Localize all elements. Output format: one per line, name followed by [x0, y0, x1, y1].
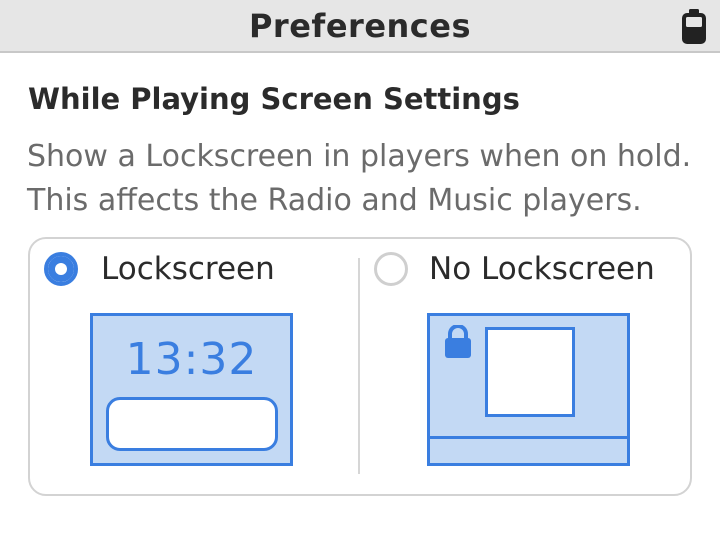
page-title: Preferences [248, 7, 472, 45]
lockscreen-radio-button[interactable] [44, 252, 78, 286]
description-line-1: Show a Lockscreen in players when on hol… [27, 139, 692, 174]
description-line-2: This affects the Radio and Music players… [27, 183, 642, 218]
section-title: While Playing Screen Settings [28, 82, 520, 116]
no-lockscreen-option-label[interactable]: No Lockscreen [429, 251, 655, 287]
preview-unlock-bar [106, 397, 278, 451]
lockscreen-preview-icon[interactable]: 13:32 [90, 313, 293, 466]
option-divider [358, 258, 360, 474]
padlock-icon [445, 325, 471, 358]
preview-album-art [485, 327, 575, 417]
no-lockscreen-radio-button[interactable] [374, 252, 408, 286]
no-lockscreen-preview-icon[interactable] [427, 313, 630, 466]
lockscreen-option-label[interactable]: Lockscreen [101, 251, 275, 287]
title-bar: Preferences [0, 0, 720, 53]
preview-clock: 13:32 [125, 334, 258, 385]
battery-icon [682, 9, 706, 44]
section-description: Show a Lockscreen in players when on hol… [27, 135, 691, 223]
preview-control-bar [430, 436, 627, 439]
